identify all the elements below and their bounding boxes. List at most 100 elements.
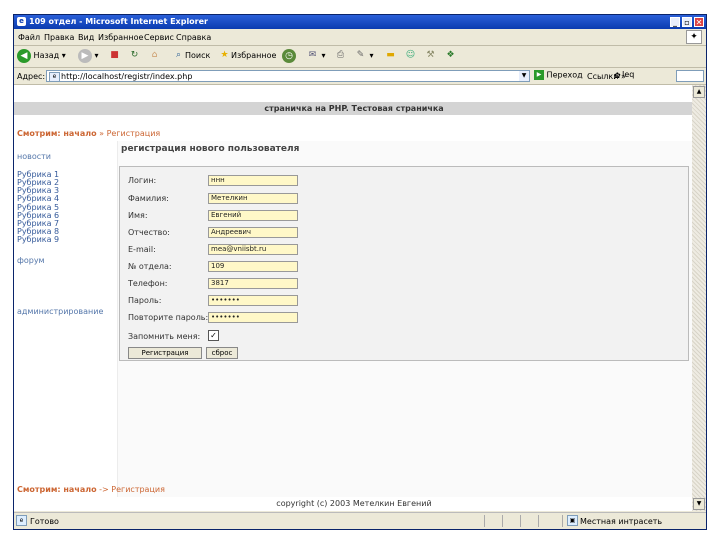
nav-rubric-4[interactable]: Рубрика 4 [17, 194, 59, 203]
status-separator [562, 515, 563, 527]
menu-edit[interactable]: Правка [44, 33, 74, 42]
forward-button[interactable]: ▶ ▾ [78, 48, 99, 64]
vertical-scrollbar[interactable]: ▲ ▼ [692, 85, 706, 511]
title-bar: e 109 отдел - Microsoft Internet Explore… [14, 15, 706, 29]
mail-icon: ✉ [308, 50, 317, 60]
mail-button[interactable]: ✉ ▾ [306, 48, 326, 64]
page-footer: copyright (c) 2003 Метелкин Евгений [14, 497, 694, 511]
menu-help[interactable]: Справка [176, 33, 211, 42]
status-bar: e Готово ▣ Местная интрасеть [14, 512, 706, 529]
password-repeat-label: Повторите пароль: [128, 313, 209, 322]
stop-button[interactable]: ■ [108, 48, 121, 64]
back-button[interactable]: ◀ Назад ▾ [17, 48, 66, 64]
department-input[interactable]: 109 [208, 261, 298, 272]
breadcrumb-bottom-home-link[interactable]: Смотрим: начало [17, 485, 97, 494]
status-page-icon: e [16, 515, 27, 526]
site-header: страничка на PHP. Тестовая страничка [14, 102, 694, 115]
status-separator [484, 515, 485, 527]
reset-button[interactable]: сброс [206, 347, 238, 359]
email-input[interactable]: mea@vniisbt.ru [208, 244, 298, 255]
menu-view[interactable]: Вид [78, 33, 94, 42]
tool-button[interactable]: ⚒ [424, 48, 437, 64]
breadcrumb-bottom-current: Регистрация [111, 485, 165, 494]
status-separator [538, 515, 539, 527]
address-input[interactable]: e http://localhost/registr/index.php ▼ [46, 70, 530, 82]
favorites-label: Избранное [231, 51, 277, 60]
back-label: Назад [33, 51, 60, 60]
address-url: http://localhost/registr/index.php [61, 72, 193, 81]
menu-favorites[interactable]: Избранное [98, 33, 143, 42]
password-input[interactable]: ••••••• [208, 295, 298, 306]
lastname-label: Фамилия: [128, 194, 169, 203]
address-bar: Адрес: e http://localhost/registr/index.… [14, 68, 706, 85]
minimize-button[interactable]: _ [670, 17, 680, 27]
page-icon: e [49, 72, 60, 82]
refresh-button[interactable]: ↻ [128, 48, 141, 64]
registration-form: Логин: ннн Фамилия: Метелкин Имя: Евгений О… [119, 166, 689, 361]
breadcrumb-top: Смотрим: начало » Регистрация [17, 129, 160, 138]
toolbar-addin-label[interactable]: Ieq [622, 70, 634, 79]
address-label: Адрес: [17, 72, 46, 81]
tool-icon: ⚒ [426, 50, 435, 60]
login-label: Логин: [128, 176, 157, 185]
breadcrumb-bottom-separator: -> [96, 485, 112, 494]
status-separator [502, 515, 503, 527]
nav-news[interactable]: новости [17, 152, 51, 161]
close-button[interactable]: ✕ [694, 17, 704, 27]
nav-forum[interactable]: форум [17, 256, 45, 265]
breadcrumb-current: Регистрация [106, 129, 161, 138]
toolbar-search-input[interactable] [676, 70, 704, 82]
extra-icon: ❖ [446, 50, 455, 60]
print-button[interactable]: ⎙ [334, 48, 347, 64]
folder-icon: ▬ [386, 50, 395, 60]
page-content: страничка на PHP. Тестовая страничка Смо… [14, 85, 694, 511]
home-button[interactable]: ⌂ [148, 48, 161, 64]
register-button[interactable]: Регистрация [128, 347, 202, 359]
edit-button[interactable]: ✎ ▾ [354, 48, 374, 64]
browser-window: e 109 отдел - Microsoft Internet Explore… [13, 14, 707, 530]
home-icon: ⌂ [151, 50, 158, 60]
breadcrumb-home-link[interactable]: Смотрим: начало [17, 129, 97, 138]
remember-checkbox[interactable]: ✓ [208, 330, 219, 341]
email-label: E-mail: [128, 245, 156, 254]
lastname-input[interactable]: Метелкин [208, 193, 298, 204]
favorites-button[interactable]: ★ Избранное [218, 48, 276, 64]
messenger-button[interactable]: ☺ [404, 48, 417, 64]
search-button[interactable]: ⌕ Поиск [172, 48, 210, 64]
status-zone: Местная интрасеть [580, 517, 663, 526]
go-button[interactable]: ▶ Переход [534, 70, 583, 80]
login-input[interactable]: ннн [208, 175, 298, 186]
status-text: Готово [30, 517, 59, 526]
firstname-input[interactable]: Евгений [208, 210, 298, 221]
password-repeat-input[interactable]: ••••••• [208, 312, 298, 323]
star-icon: ★ [220, 50, 229, 60]
windows-flag-icon: ✦ [686, 30, 702, 44]
forward-arrow-icon: ▶ [78, 48, 92, 63]
toolbar: ◀ Назад ▾ ▶ ▾ ■ ↻ ⌂ ⌕ Поиск ★ Избранное ◷ … [14, 45, 706, 68]
extra-button[interactable]: ❖ [444, 48, 457, 64]
toolbar-addin-icon[interactable]: ✿ [614, 71, 621, 80]
search-icon: ⌕ [175, 50, 182, 60]
menu-file[interactable]: Файл [18, 33, 40, 42]
address-dropdown-icon[interactable]: ▼ [519, 71, 529, 81]
stop-icon: ■ [110, 50, 119, 60]
patronymic-input[interactable]: Андреевич [208, 227, 298, 238]
phone-input[interactable]: 3817 [208, 278, 298, 289]
folder-button[interactable]: ▬ [384, 48, 397, 64]
scroll-down-icon[interactable]: ▼ [693, 498, 705, 510]
phone-label: Телефон: [128, 279, 168, 288]
password-label: Пароль: [128, 296, 162, 305]
ie-icon: e [17, 17, 26, 26]
maximize-button[interactable]: ▫ [682, 17, 692, 27]
search-label: Поиск [185, 51, 211, 60]
nav-rubric-9[interactable]: Рубрика 9 [17, 235, 59, 244]
history-button[interactable]: ◷ [282, 48, 296, 64]
scroll-up-icon[interactable]: ▲ [693, 86, 705, 98]
status-separator [520, 515, 521, 527]
nav-admin[interactable]: администрирование [17, 307, 103, 316]
intranet-icon: ▣ [567, 515, 578, 526]
menu-tools[interactable]: Сервис [144, 33, 174, 42]
refresh-icon: ↻ [130, 50, 139, 60]
go-label: Переход [546, 70, 583, 80]
print-icon: ⎙ [336, 50, 345, 60]
